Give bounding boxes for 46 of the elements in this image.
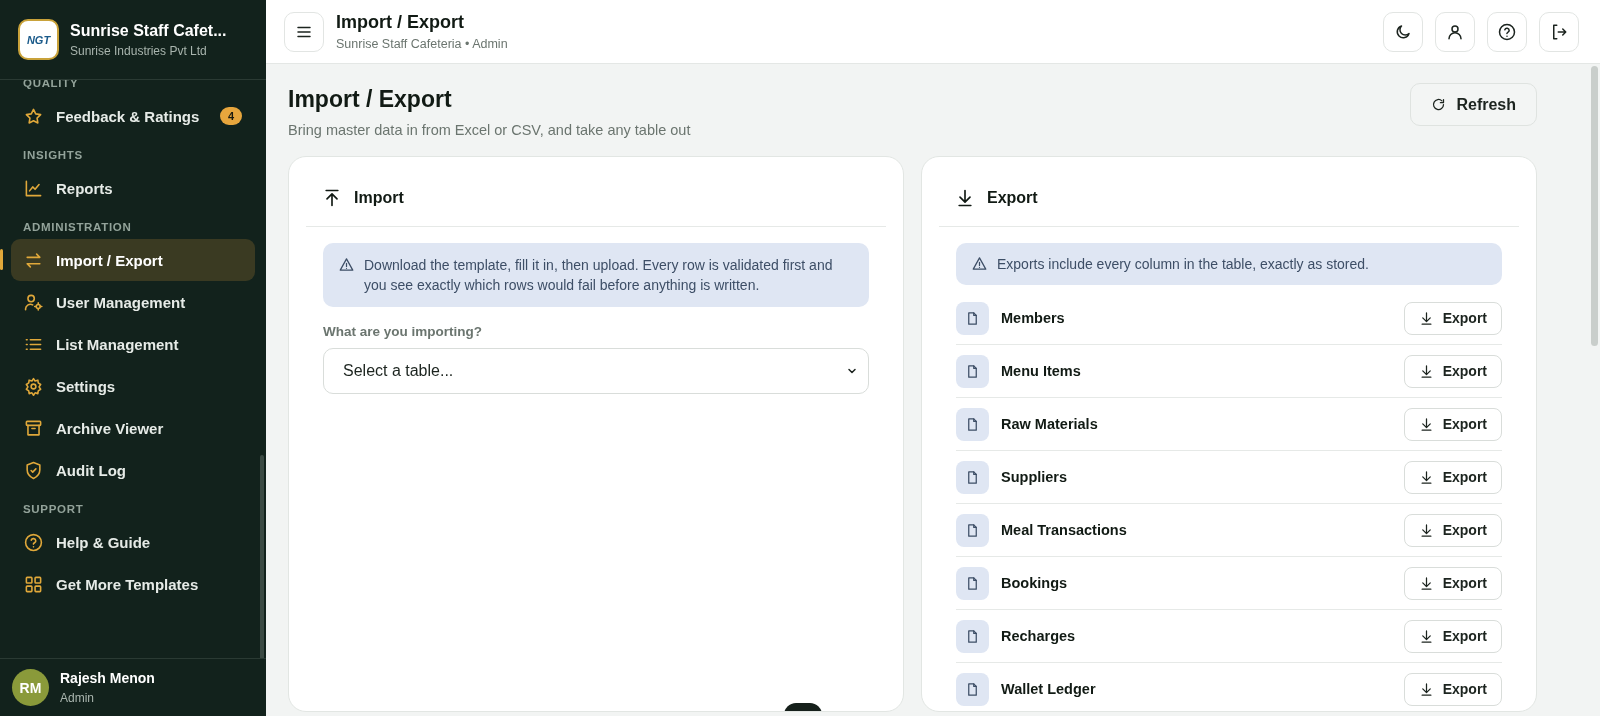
notice-text: Download the template, fill it in, then upload. Every row is validated first and you see exactly which rows would fail before anything is written. <box>364 256 834 295</box>
heading: Import / Export <box>288 86 453 113</box>
section-label: ADMINISTRATION <box>22 221 133 233</box>
avatar: RM <box>12 669 49 706</box>
page-title: Import / Export <box>336 12 465 33</box>
notice-text: Exports include every column in the table, exactly as stored. <box>997 255 1369 274</box>
refresh-button[interactable]: Refresh <box>1410 83 1537 126</box>
nav-item[interactable]: Settings <box>11 365 255 407</box>
card-title: Import <box>354 188 404 207</box>
table-name: Raw Materials <box>1001 416 1099 432</box>
breadcrumb: Sunrise Staff Cafeteria • Admin <box>336 37 509 51</box>
export-button[interactable]: Export <box>1403 619 1502 653</box>
nav-item[interactable]: User Management <box>11 281 255 323</box>
company-name: Sunrise Industries Pvt Ltd <box>70 43 208 58</box>
section-label: INSIGHTS <box>22 149 84 161</box>
nav-item[interactable]: Help & Guide <box>11 521 255 563</box>
table-name: Bookings <box>1001 575 1069 591</box>
export-button[interactable]: Export <box>1403 566 1502 600</box>
user-name: Rajesh Menon <box>60 670 155 686</box>
count-badge: 4 <box>219 107 242 125</box>
field-label: What are you importing? <box>323 324 483 339</box>
section-label: SUPPORT <box>22 503 85 515</box>
table-name: Menu Items <box>1001 363 1082 379</box>
table-name: Suppliers <box>1001 469 1069 485</box>
export-button[interactable]: Export <box>1403 301 1502 335</box>
export-button[interactable]: Export <box>1403 513 1502 547</box>
table-name: Wallet Ledger <box>1001 681 1097 697</box>
export-button[interactable]: Export <box>1403 407 1502 441</box>
nav-item[interactable]: Reports <box>11 167 255 209</box>
app-name: Sunrise Staff Cafet... <box>70 21 227 40</box>
table-name: Meal Transactions <box>1001 522 1128 538</box>
user-role: Admin <box>60 691 95 705</box>
nav-item[interactable]: Audit Log <box>11 449 255 491</box>
export-button[interactable]: Export <box>1403 460 1502 494</box>
description: Bring master data in from Excel or CSV, and take any table out <box>288 122 691 138</box>
export-button[interactable]: Export <box>1403 672 1502 706</box>
export-button[interactable]: Export <box>1403 354 1502 388</box>
card-title: Export <box>987 188 1038 207</box>
table-name: Members <box>1001 310 1066 326</box>
table-select[interactable]: Select a table... <box>323 348 869 394</box>
nav-item[interactable]: Get More Templates <box>11 563 255 605</box>
nav-item[interactable]: List Management <box>11 323 255 365</box>
table-name: Recharges <box>1001 628 1077 644</box>
nav-item[interactable]: Archive Viewer <box>11 407 255 449</box>
nav-item[interactable]: Feedback & Ratings 4 <box>11 95 255 137</box>
app-logo: NGT <box>18 19 59 60</box>
